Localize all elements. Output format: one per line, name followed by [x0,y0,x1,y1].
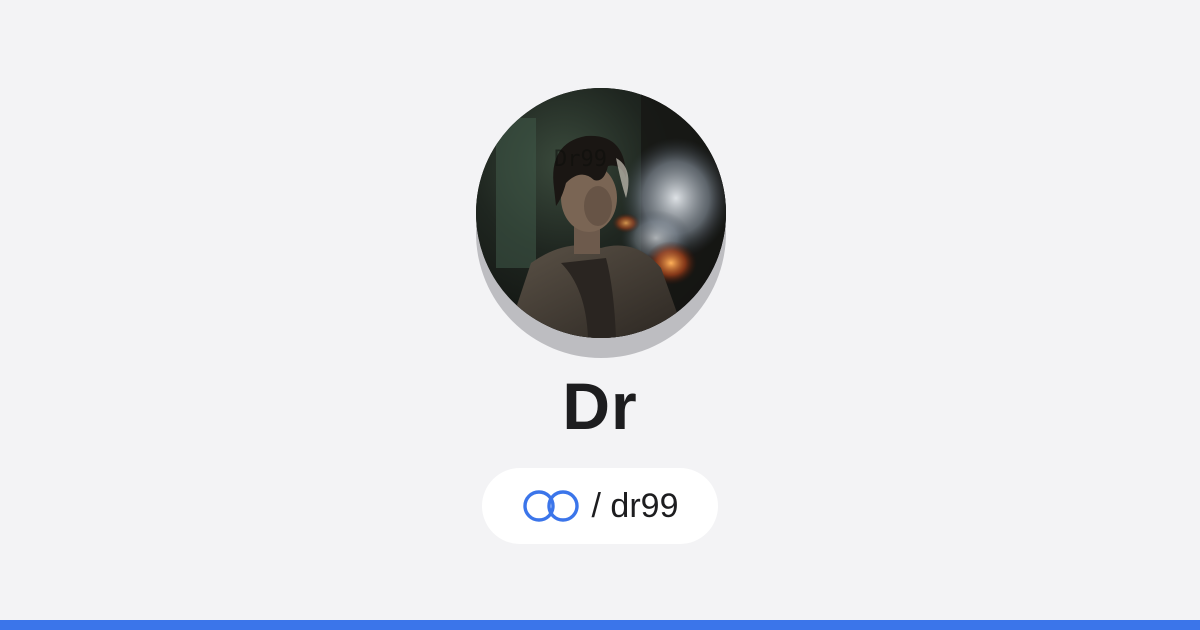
link-rings-icon [522,489,580,523]
avatar[interactable]: Dr99 [476,88,726,338]
handle-separator: / [591,486,601,525]
avatar-image: Dr99 [476,88,726,338]
avatar-container: Dr99 [476,88,726,358]
handle-link-pill[interactable]: / dr99 [482,468,718,544]
handle-text: / dr99 [592,487,679,526]
display-name: Dr [562,369,638,443]
handle-username: dr99 [610,486,679,525]
accent-bar [0,620,1200,630]
avatar-watermark: Dr99 [554,147,607,172]
profile-card: Dr99 Dr / dr99 [0,0,1200,630]
